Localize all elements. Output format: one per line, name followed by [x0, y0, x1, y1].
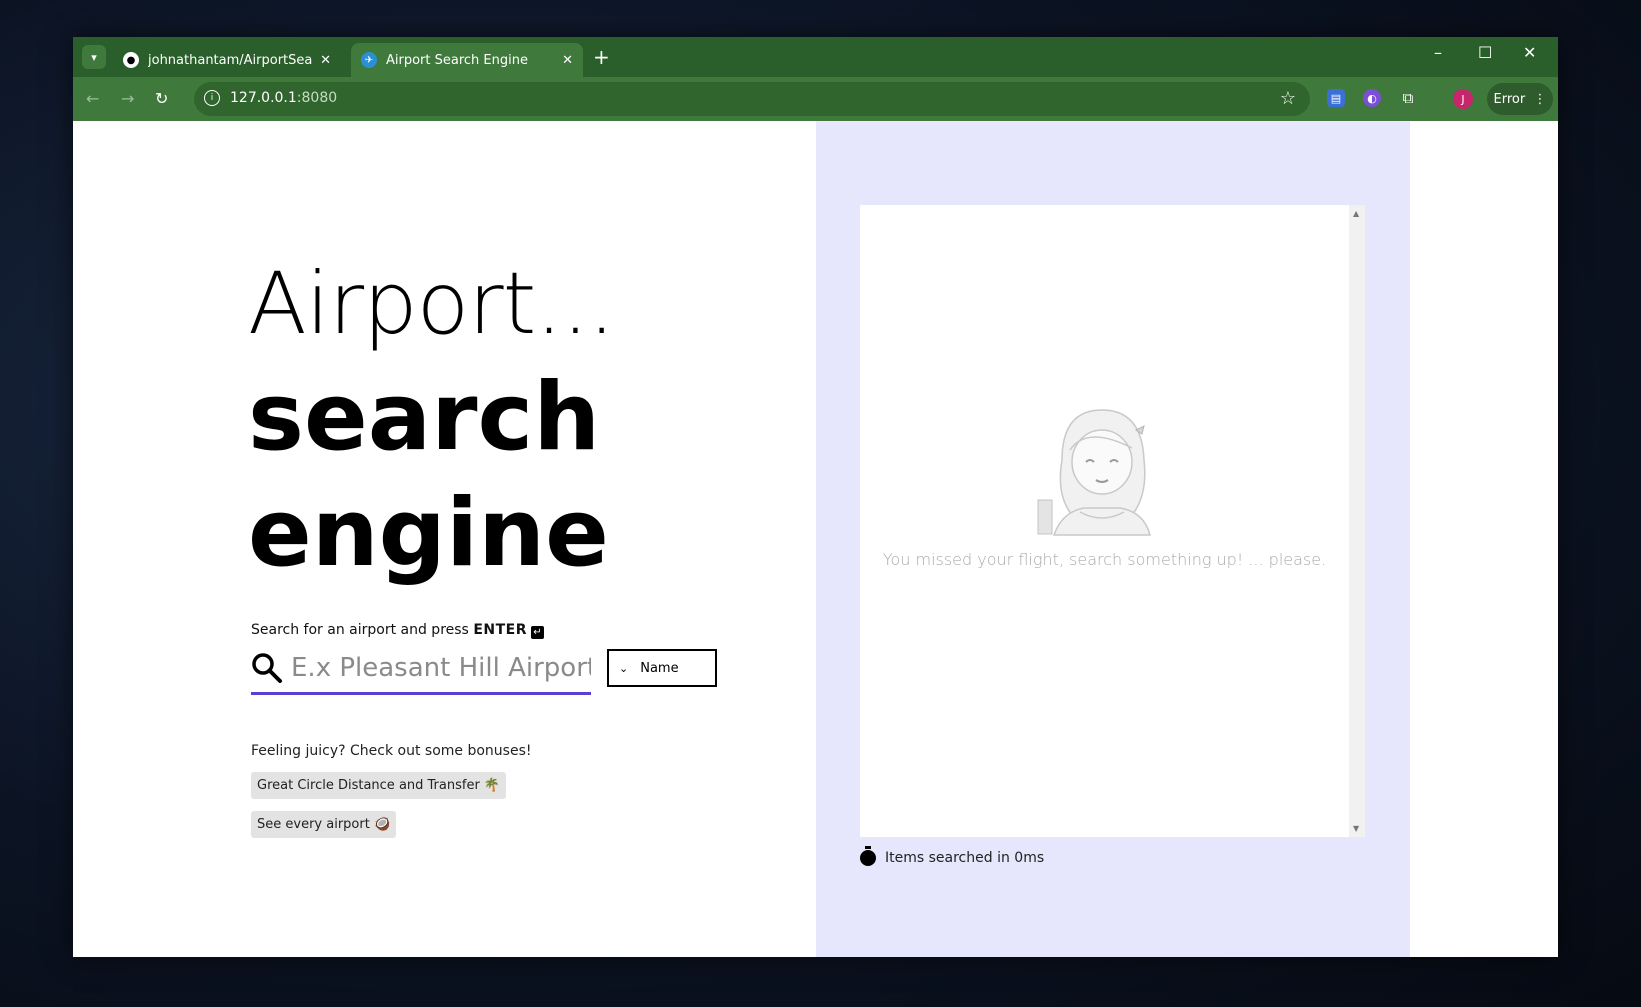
- close-window-icon[interactable]: ✕: [1523, 43, 1536, 62]
- tab-title: Airport Search Engine: [386, 52, 528, 68]
- new-tab-icon[interactable]: +: [593, 45, 610, 69]
- extensions-puzzle-icon[interactable]: ⧉: [1399, 89, 1417, 107]
- results-scrollbar[interactable]: ▲ ▼: [1349, 205, 1365, 837]
- enter-key-icon: ↵: [531, 626, 544, 639]
- profile-avatar[interactable]: J: [1453, 89, 1473, 109]
- bonus-great-circle-button[interactable]: Great Circle Distance and Transfer 🌴: [251, 772, 507, 799]
- tab-search-button[interactable]: ▾: [82, 45, 106, 69]
- empty-results-message: You missed your flight, search something…: [882, 550, 1327, 569]
- maximize-icon[interactable]: ☐: [1478, 43, 1492, 62]
- reload-icon[interactable]: ↻: [155, 89, 168, 108]
- hero-title-line3: engine: [248, 479, 609, 588]
- search-mode-select[interactable]: ⌄ Name: [607, 649, 717, 687]
- search-hint: Search for an airport and press ENTER ↵: [251, 622, 544, 639]
- extension-icon[interactable]: ◐: [1363, 89, 1381, 107]
- browser-window: ▾ ● johnathantam/AirportSearchEn ✕ ✈ Air…: [73, 37, 1558, 957]
- search-input[interactable]: [291, 650, 591, 686]
- forward-icon[interactable]: →: [121, 89, 134, 108]
- bookmark-star-icon[interactable]: ☆: [1280, 88, 1296, 109]
- github-icon: ●: [123, 52, 139, 68]
- hero-title-line1: Airport...: [248, 254, 615, 354]
- search-timing-text: Items searched in 0ms: [885, 850, 1045, 866]
- results-list[interactable]: You missed your flight, search something…: [860, 205, 1365, 837]
- close-tab-icon[interactable]: ✕: [562, 53, 573, 68]
- stopwatch-icon: [860, 846, 876, 866]
- scroll-down-arrow-icon[interactable]: ▼: [1353, 824, 1359, 833]
- search-field: [251, 648, 591, 695]
- close-tab-icon[interactable]: ✕: [320, 53, 331, 68]
- site-info-icon[interactable]: i: [204, 90, 220, 106]
- browser-toolbar: ← → ↻ i 127.0.0.1:8080 ☆ ▤ ◐ ⧉ J Error ⋮: [73, 77, 1558, 121]
- tab-github[interactable]: ● johnathantam/AirportSearchEn ✕: [113, 43, 341, 77]
- back-icon[interactable]: ←: [86, 89, 99, 108]
- search-mode-value: Name: [640, 660, 679, 676]
- search-timing: Items searched in 0ms: [860, 846, 1045, 866]
- airplane-favicon-icon: ✈: [361, 52, 377, 68]
- docs-extension-icon[interactable]: ▤: [1327, 89, 1345, 107]
- hero-title-line2: search: [248, 363, 601, 472]
- tab-title: johnathantam/AirportSearchEn: [148, 52, 313, 68]
- page-content: Airport... search engine Search for an a…: [73, 121, 1558, 957]
- bonuses-heading: Feeling juicy? Check out some bonuses!: [251, 743, 532, 759]
- scroll-up-arrow-icon[interactable]: ▲: [1353, 209, 1359, 218]
- chevron-down-icon: ⌄: [619, 661, 629, 675]
- search-icon: [252, 653, 282, 683]
- tab-bar: ▾ ● johnathantam/AirportSearchEn ✕ ✈ Air…: [73, 37, 1558, 77]
- enter-key-label: ENTER: [473, 622, 527, 638]
- mascot-illustration: [1037, 409, 1151, 536]
- bonus-see-every-airport-button[interactable]: See every airport 🥥: [251, 811, 397, 838]
- error-button[interactable]: Error ⋮: [1487, 83, 1553, 115]
- tab-airport-search[interactable]: ✈ Airport Search Engine ✕: [351, 43, 583, 77]
- minimize-icon[interactable]: –: [1434, 43, 1442, 62]
- url-text[interactable]: 127.0.0.1:8080: [230, 90, 337, 106]
- address-bar[interactable]: i 127.0.0.1:8080 ☆: [194, 82, 1310, 116]
